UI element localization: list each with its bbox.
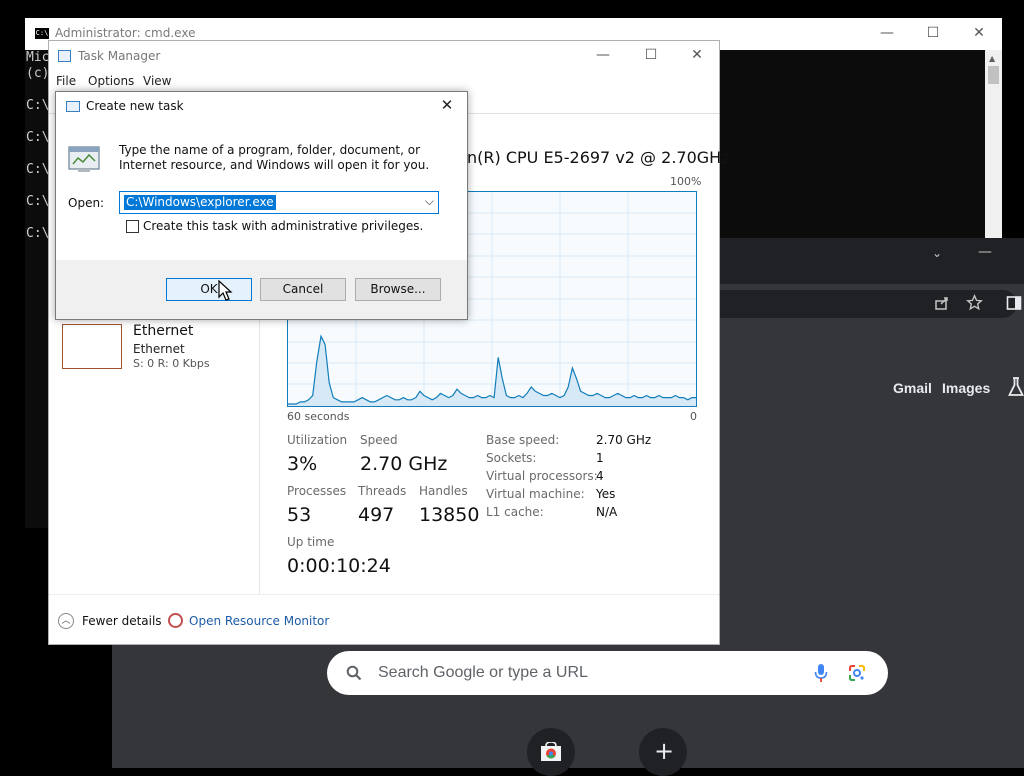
threads-value: 497 (358, 504, 395, 526)
labs-flask-icon[interactable] (1008, 376, 1024, 398)
handles-value: 13850 (419, 504, 480, 526)
ethernet-subtitle: Ethernet (133, 342, 185, 356)
dialog-description: Type the name of a program, folder, docu… (119, 143, 430, 172)
console-line: (c) (26, 66, 50, 81)
browse-button[interactable]: Browse... (355, 278, 441, 301)
console-line: C:\ (26, 130, 50, 145)
console-line: C:\ (26, 98, 50, 113)
fewer-details-button[interactable]: Fewer details (82, 614, 162, 628)
graph-zero-label: 0 (690, 410, 697, 423)
bookmark-star-icon[interactable] (966, 294, 983, 311)
speed-value: 2.70 GHz (360, 453, 448, 475)
threads-label: Threads (358, 484, 407, 498)
menu-file[interactable]: File (56, 74, 76, 88)
open-resource-monitor-link[interactable]: Open Resource Monitor (189, 614, 329, 628)
graph-max-label: 100% (670, 175, 702, 188)
images-link[interactable]: Images (942, 380, 990, 396)
plus-icon: + (654, 737, 675, 765)
dialog-title: Create new task (86, 99, 184, 113)
speed-label: Speed (360, 433, 398, 447)
utilization-label: Utilization (287, 433, 348, 447)
utilization-value: 3% (287, 453, 318, 475)
processes-value: 53 (287, 504, 312, 526)
chevron-down-icon[interactable]: ⌵ (425, 194, 434, 209)
open-input-selected-text[interactable]: C:\Windows\explorer.exe (124, 195, 276, 210)
tm-title: Task Manager (78, 49, 161, 63)
base-speed-value: 2.70 GHz (596, 433, 652, 447)
web-store-icon (541, 742, 561, 761)
footer-divider (49, 594, 719, 595)
scroll-thumb[interactable] (988, 66, 999, 84)
tab-search-icon[interactable]: ⌄ (932, 246, 942, 260)
microphone-icon[interactable] (814, 663, 828, 683)
dialog-titlebar[interactable]: Create new task ✕ (56, 92, 467, 122)
console-line: C:\ (26, 162, 50, 177)
chrome-minimize-button[interactable]: — (978, 244, 992, 260)
resource-monitor-icon[interactable] (168, 613, 183, 628)
tm-maximize-button[interactable]: ☐ (628, 41, 674, 71)
base-speed-label: Base speed: (486, 433, 560, 447)
chevron-up-icon[interactable]: ︿ (58, 613, 74, 629)
task-manager-icon (58, 50, 71, 62)
cmd-maximize-button[interactable]: ☐ (910, 18, 956, 50)
mouse-cursor-icon (218, 280, 233, 301)
cmd-app-icon: C:\ (35, 28, 49, 39)
share-icon[interactable] (934, 295, 950, 311)
graph-time-label: 60 seconds (287, 410, 350, 423)
tm-menubar: File Options View (49, 71, 719, 91)
cmd-minimize-button[interactable]: — (864, 18, 910, 50)
console-line: C:\ (26, 226, 50, 241)
menu-view[interactable]: View (143, 74, 171, 88)
uptime-value: 0:00:10:24 (287, 555, 391, 577)
cmd-title: Administrator: cmd.exe (55, 26, 196, 40)
virtual-machine-value: Yes (596, 487, 616, 501)
cmd-close-button[interactable]: ✕ (956, 18, 1002, 50)
sockets-value: 1 (596, 451, 604, 465)
virtual-processors-value: 4 (596, 469, 604, 483)
open-label: Open: (68, 196, 105, 210)
google-search-box[interactable]: Search Google or type a URL (327, 651, 888, 695)
sockets-label: Sockets: (486, 451, 537, 465)
search-icon (346, 665, 362, 681)
cmd-scrollbar[interactable]: ▲ (985, 50, 1002, 240)
cpu-name: n(R) CPU E5-2697 v2 @ 2.70GHz (467, 148, 730, 167)
side-panel-icon[interactable] (1006, 295, 1022, 311)
gmail-link[interactable]: Gmail (893, 380, 932, 396)
google-lens-icon[interactable] (848, 664, 866, 682)
tm-minimize-button[interactable]: — (580, 41, 626, 71)
admin-privileges-checkbox[interactable] (126, 220, 139, 233)
uptime-label: Up time (287, 535, 335, 549)
shortcut-tile[interactable] (527, 728, 575, 776)
console-line: C:\ (26, 194, 50, 209)
cancel-button[interactable]: Cancel (260, 278, 346, 301)
virtual-processors-label: Virtual processors: (486, 469, 598, 483)
l1-cache-value: N/A (596, 505, 618, 519)
scroll-up-icon[interactable]: ▲ (989, 54, 995, 63)
menu-options[interactable]: Options (88, 74, 134, 88)
l1-cache-label: L1 cache: (486, 505, 544, 519)
console-line: Mic (26, 50, 50, 65)
search-placeholder: Search Google or type a URL (378, 664, 588, 681)
program-window-icon (68, 146, 100, 172)
ethernet-title[interactable]: Ethernet (133, 323, 193, 339)
ethernet-thumbnail-graph[interactable] (62, 324, 122, 369)
chrome-toolbar (712, 284, 1024, 322)
ok-button[interactable]: OK (166, 278, 252, 301)
open-combobox[interactable]: C:\Windows\explorer.exe ⌵ (119, 191, 439, 214)
handles-label: Handles (419, 484, 468, 498)
tm-close-button[interactable]: ✕ (674, 41, 720, 71)
virtual-machine-label: Virtual machine: (486, 487, 585, 501)
run-dialog-icon (66, 101, 80, 112)
add-shortcut-button[interactable]: + (639, 728, 687, 776)
tm-titlebar[interactable]: Task Manager — ☐ ✕ (49, 41, 719, 71)
dialog-close-button[interactable]: ✕ (435, 96, 459, 118)
processes-label: Processes (287, 484, 347, 498)
admin-privileges-label[interactable]: Create this task with administrative pri… (143, 219, 423, 233)
create-new-task-dialog: Create new task ✕ Type the name of a pro… (55, 91, 468, 320)
ethernet-rate: S: 0 R: 0 Kbps (133, 357, 210, 370)
